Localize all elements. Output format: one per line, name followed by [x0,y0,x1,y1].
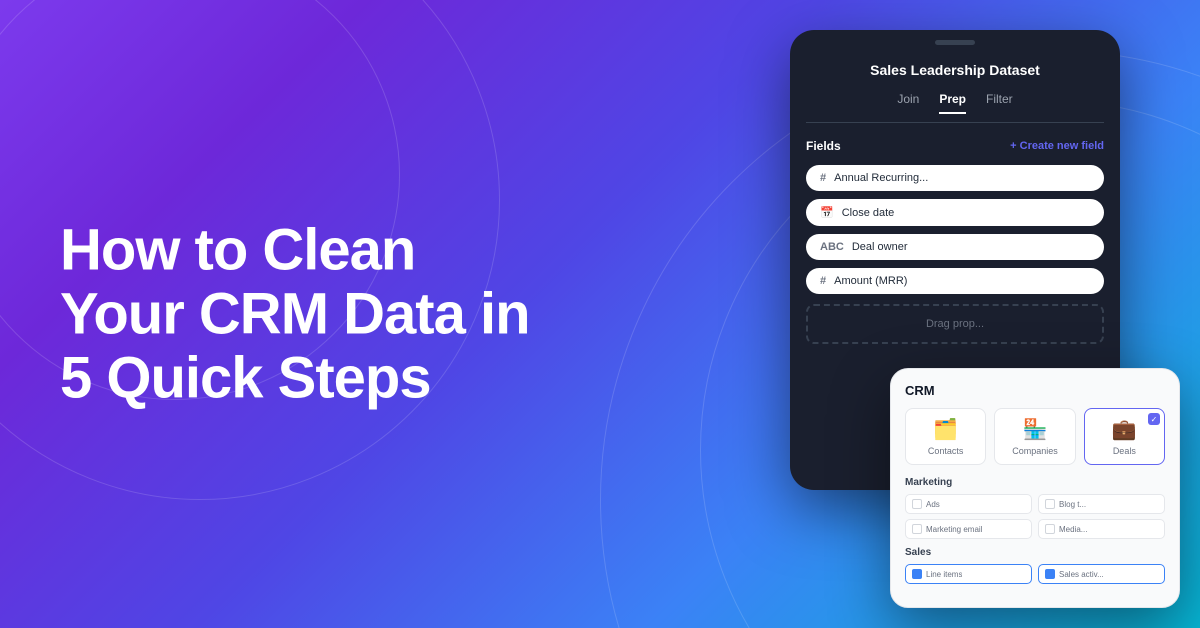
sales-activity-checkbox [1045,569,1055,579]
media-label: Media... [1059,525,1087,534]
tablets-area: Sales Leadership Dataset Join Prep Filte… [640,0,1200,628]
marketing-email[interactable]: Marketing email [905,519,1032,539]
field-deal-owner[interactable]: ABC Deal owner [806,234,1104,260]
line-items-label: Line items [926,570,962,579]
fields-header: Fields + Create new field [806,139,1104,153]
fields-label: Fields [806,139,841,153]
line-items-checkbox [912,569,922,579]
ads-label: Ads [926,500,940,509]
contacts-label: Contacts [928,446,964,456]
media-checkbox [1045,524,1055,534]
crm-title: CRM [905,383,1165,398]
drag-drop-zone: Drag prop... [806,304,1104,344]
field-annual-label: Annual Recurring... [834,172,928,184]
field-annual-recurring[interactable]: # Annual Recurring... [806,165,1104,191]
marketing-row-1: Ads Blog t... [905,494,1165,514]
crm-icons-row: 🗂️ Contacts 🏪 Companies ✓ 💼 Deals [905,408,1165,465]
page-background: How to Clean Your CRM Data in 5 Quick St… [0,0,1200,628]
companies-icon: 🏪 [1023,417,1048,442]
email-checkbox [912,524,922,534]
field-amount-label: Amount (MRR) [834,275,907,287]
sales-activity-label: Sales activ... [1059,570,1104,579]
crm-card-companies[interactable]: 🏪 Companies [994,408,1075,465]
deals-icon: 💼 [1112,417,1137,442]
text-area: How to Clean Your CRM Data in 5 Quick St… [60,218,530,409]
marketing-row-2: Marketing email Media... [905,519,1165,539]
crm-card-deals[interactable]: ✓ 💼 Deals [1084,408,1165,465]
headline-line1: How to Clean [60,217,415,282]
tab-join[interactable]: Join [897,92,919,114]
marketing-section-label: Marketing [905,477,1165,488]
ads-checkbox [912,499,922,509]
headline: How to Clean Your CRM Data in 5 Quick St… [60,218,530,409]
headline-line3: 5 Quick Steps [60,345,431,410]
field-close-date-label: Close date [842,207,895,219]
deals-checkmark: ✓ [1148,413,1160,425]
marketing-blog[interactable]: Blog t... [1038,494,1165,514]
drag-drop-text: Drag prop... [926,318,984,330]
marketing-ads[interactable]: Ads [905,494,1032,514]
headline-line2: Your CRM Data in [60,281,530,346]
calendar-icon: 📅 [820,206,834,219]
contacts-icon: 🗂️ [933,417,958,442]
email-label: Marketing email [926,525,982,534]
dataset-title: Sales Leadership Dataset [806,62,1104,78]
field-close-date[interactable]: 📅 Close date [806,199,1104,226]
sales-row-1: Line items Sales activ... [905,564,1165,584]
front-tablet: CRM 🗂️ Contacts 🏪 Companies ✓ 💼 Deals Ma… [890,368,1180,608]
tab-prep[interactable]: Prep [939,92,966,114]
hash-icon-2: # [820,275,826,287]
tab-filter[interactable]: Filter [986,92,1013,114]
deals-label: Deals [1113,446,1136,456]
blog-checkbox [1045,499,1055,509]
field-deal-owner-label: Deal owner [852,241,908,253]
create-field-button[interactable]: + Create new field [1010,140,1104,152]
hash-icon-1: # [820,172,826,184]
crm-card-contacts[interactable]: 🗂️ Contacts [905,408,986,465]
marketing-media[interactable]: Media... [1038,519,1165,539]
blog-label: Blog t... [1059,500,1086,509]
field-amount-mrr[interactable]: # Amount (MRR) [806,268,1104,294]
sales-section-label: Sales [905,547,1165,558]
sales-line-items[interactable]: Line items [905,564,1032,584]
tabs-row: Join Prep Filter [806,92,1104,123]
companies-label: Companies [1012,446,1058,456]
sales-activity[interactable]: Sales activ... [1038,564,1165,584]
abc-icon: ABC [820,241,844,253]
